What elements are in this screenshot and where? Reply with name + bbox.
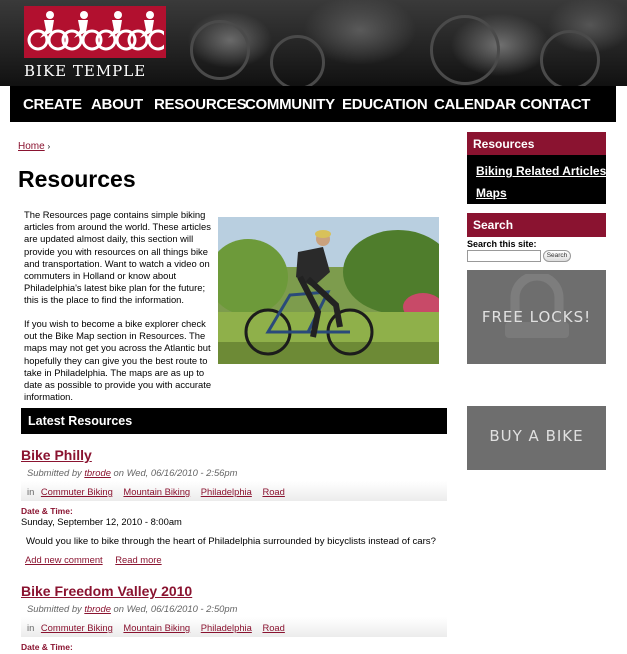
search-input[interactable] (467, 250, 541, 262)
date-time-label: Date & Time: (21, 642, 73, 652)
submitted-prefix: Submitted by (27, 467, 82, 478)
search-button[interactable]: Search (543, 250, 571, 262)
terms-in-label: in (27, 486, 35, 497)
nav-resources[interactable]: RESOURCES (154, 96, 247, 113)
term-link[interactable]: Commuter Biking (41, 622, 113, 633)
resource-links: Add new comment Read more (25, 554, 172, 565)
term-link[interactable]: Road (262, 622, 284, 633)
nav-create[interactable]: CREATE (23, 96, 82, 113)
resource-teaser: Would you like to bike through the heart… (26, 536, 436, 547)
bike-wheel-graphic (430, 15, 500, 85)
site-logo[interactable]: BIKE TEMPLE (24, 6, 166, 80)
term-link[interactable]: Road (262, 486, 284, 497)
free-locks-label: FREE LOCKS! (481, 308, 592, 326)
latest-resources-heading: Latest Resources (21, 408, 447, 434)
nav-education[interactable]: EDUCATION (342, 96, 428, 113)
resource-title-link[interactable]: Bike Freedom Valley 2010 (21, 583, 192, 599)
cyclists-icon (27, 11, 164, 51)
sidebar-resources-menu: Biking Related Articles Maps (467, 155, 606, 204)
taxonomy-terms: in Commuter Biking Mountain Biking Phila… (21, 617, 447, 637)
term-link[interactable]: Mountain Biking (123, 622, 190, 633)
author-link[interactable]: tbrode (84, 467, 111, 478)
term-link[interactable]: Mountain Biking (123, 486, 190, 497)
sidebar-resources-heading: Resources (467, 132, 606, 156)
buy-a-bike-label: BUY A BIKE (489, 427, 584, 445)
bike-wheel-graphic (540, 30, 600, 86)
submitted-line: Submitted by tbrode on Wed, 06/16/2010 -… (27, 603, 237, 614)
logo-text: BIKE TEMPLE (24, 62, 147, 80)
intro-paragraph: If you wish to become a bike explorer ch… (24, 318, 212, 403)
date-time-label: Date & Time: (21, 506, 73, 516)
term-link[interactable]: Commuter Biking (41, 486, 113, 497)
breadcrumb-home-link[interactable]: Home (18, 141, 45, 152)
sidebar-search-heading: Search (467, 213, 606, 237)
nav-calendar[interactable]: CALENDAR (434, 96, 516, 113)
search-label: Search this site: (467, 239, 537, 249)
logo-badge (24, 6, 166, 58)
site-header: BIKE TEMPLE (0, 0, 627, 86)
resource-title-link[interactable]: Bike Philly (21, 447, 92, 463)
breadcrumb: Home › (18, 141, 50, 152)
nav-contact[interactable]: CONTACT (520, 96, 590, 113)
submitted-line: Submitted by tbrode on Wed, 06/16/2010 -… (27, 467, 237, 478)
submitted-prefix: Submitted by (27, 603, 82, 614)
author-link[interactable]: tbrode (84, 603, 111, 614)
nav-community[interactable]: COMMUNITY (245, 96, 335, 113)
sidebar-link-maps[interactable]: Maps (476, 186, 507, 200)
submitted-date: on Wed, 06/16/2010 - 2:50pm (113, 603, 238, 614)
term-link[interactable]: Philadelphia (201, 622, 252, 633)
bike-wheel-graphic (270, 35, 325, 86)
add-comment-link[interactable]: Add new comment (25, 554, 103, 565)
page-title: Resources (18, 166, 136, 192)
date-time-value: Sunday, September 12, 2010 - 8:00am (21, 516, 182, 527)
submitted-date: on Wed, 06/16/2010 - 2:56pm (113, 467, 238, 478)
main-nav: CREATE ABOUT RESOURCES COMMUNITY EDUCATI… (10, 86, 616, 122)
nav-about[interactable]: ABOUT (91, 96, 143, 113)
cyclist-photo (218, 217, 439, 364)
intro-paragraph: The Resources page contains simple bikin… (24, 209, 211, 306)
bike-wheel-graphic (190, 20, 250, 80)
buy-a-bike-banner[interactable]: BUY A BIKE (467, 406, 606, 470)
main-content: Home › Resources The Resources page cont… (10, 122, 616, 654)
sidebar-link-biking-articles[interactable]: Biking Related Articles (476, 164, 606, 178)
taxonomy-terms: in Commuter Biking Mountain Biking Phila… (21, 481, 447, 501)
terms-in-label: in (27, 622, 35, 633)
read-more-link[interactable]: Read more (115, 554, 161, 565)
free-locks-banner[interactable]: FREE LOCKS! (467, 270, 606, 364)
breadcrumb-separator: › (47, 142, 51, 151)
term-link[interactable]: Philadelphia (201, 486, 252, 497)
